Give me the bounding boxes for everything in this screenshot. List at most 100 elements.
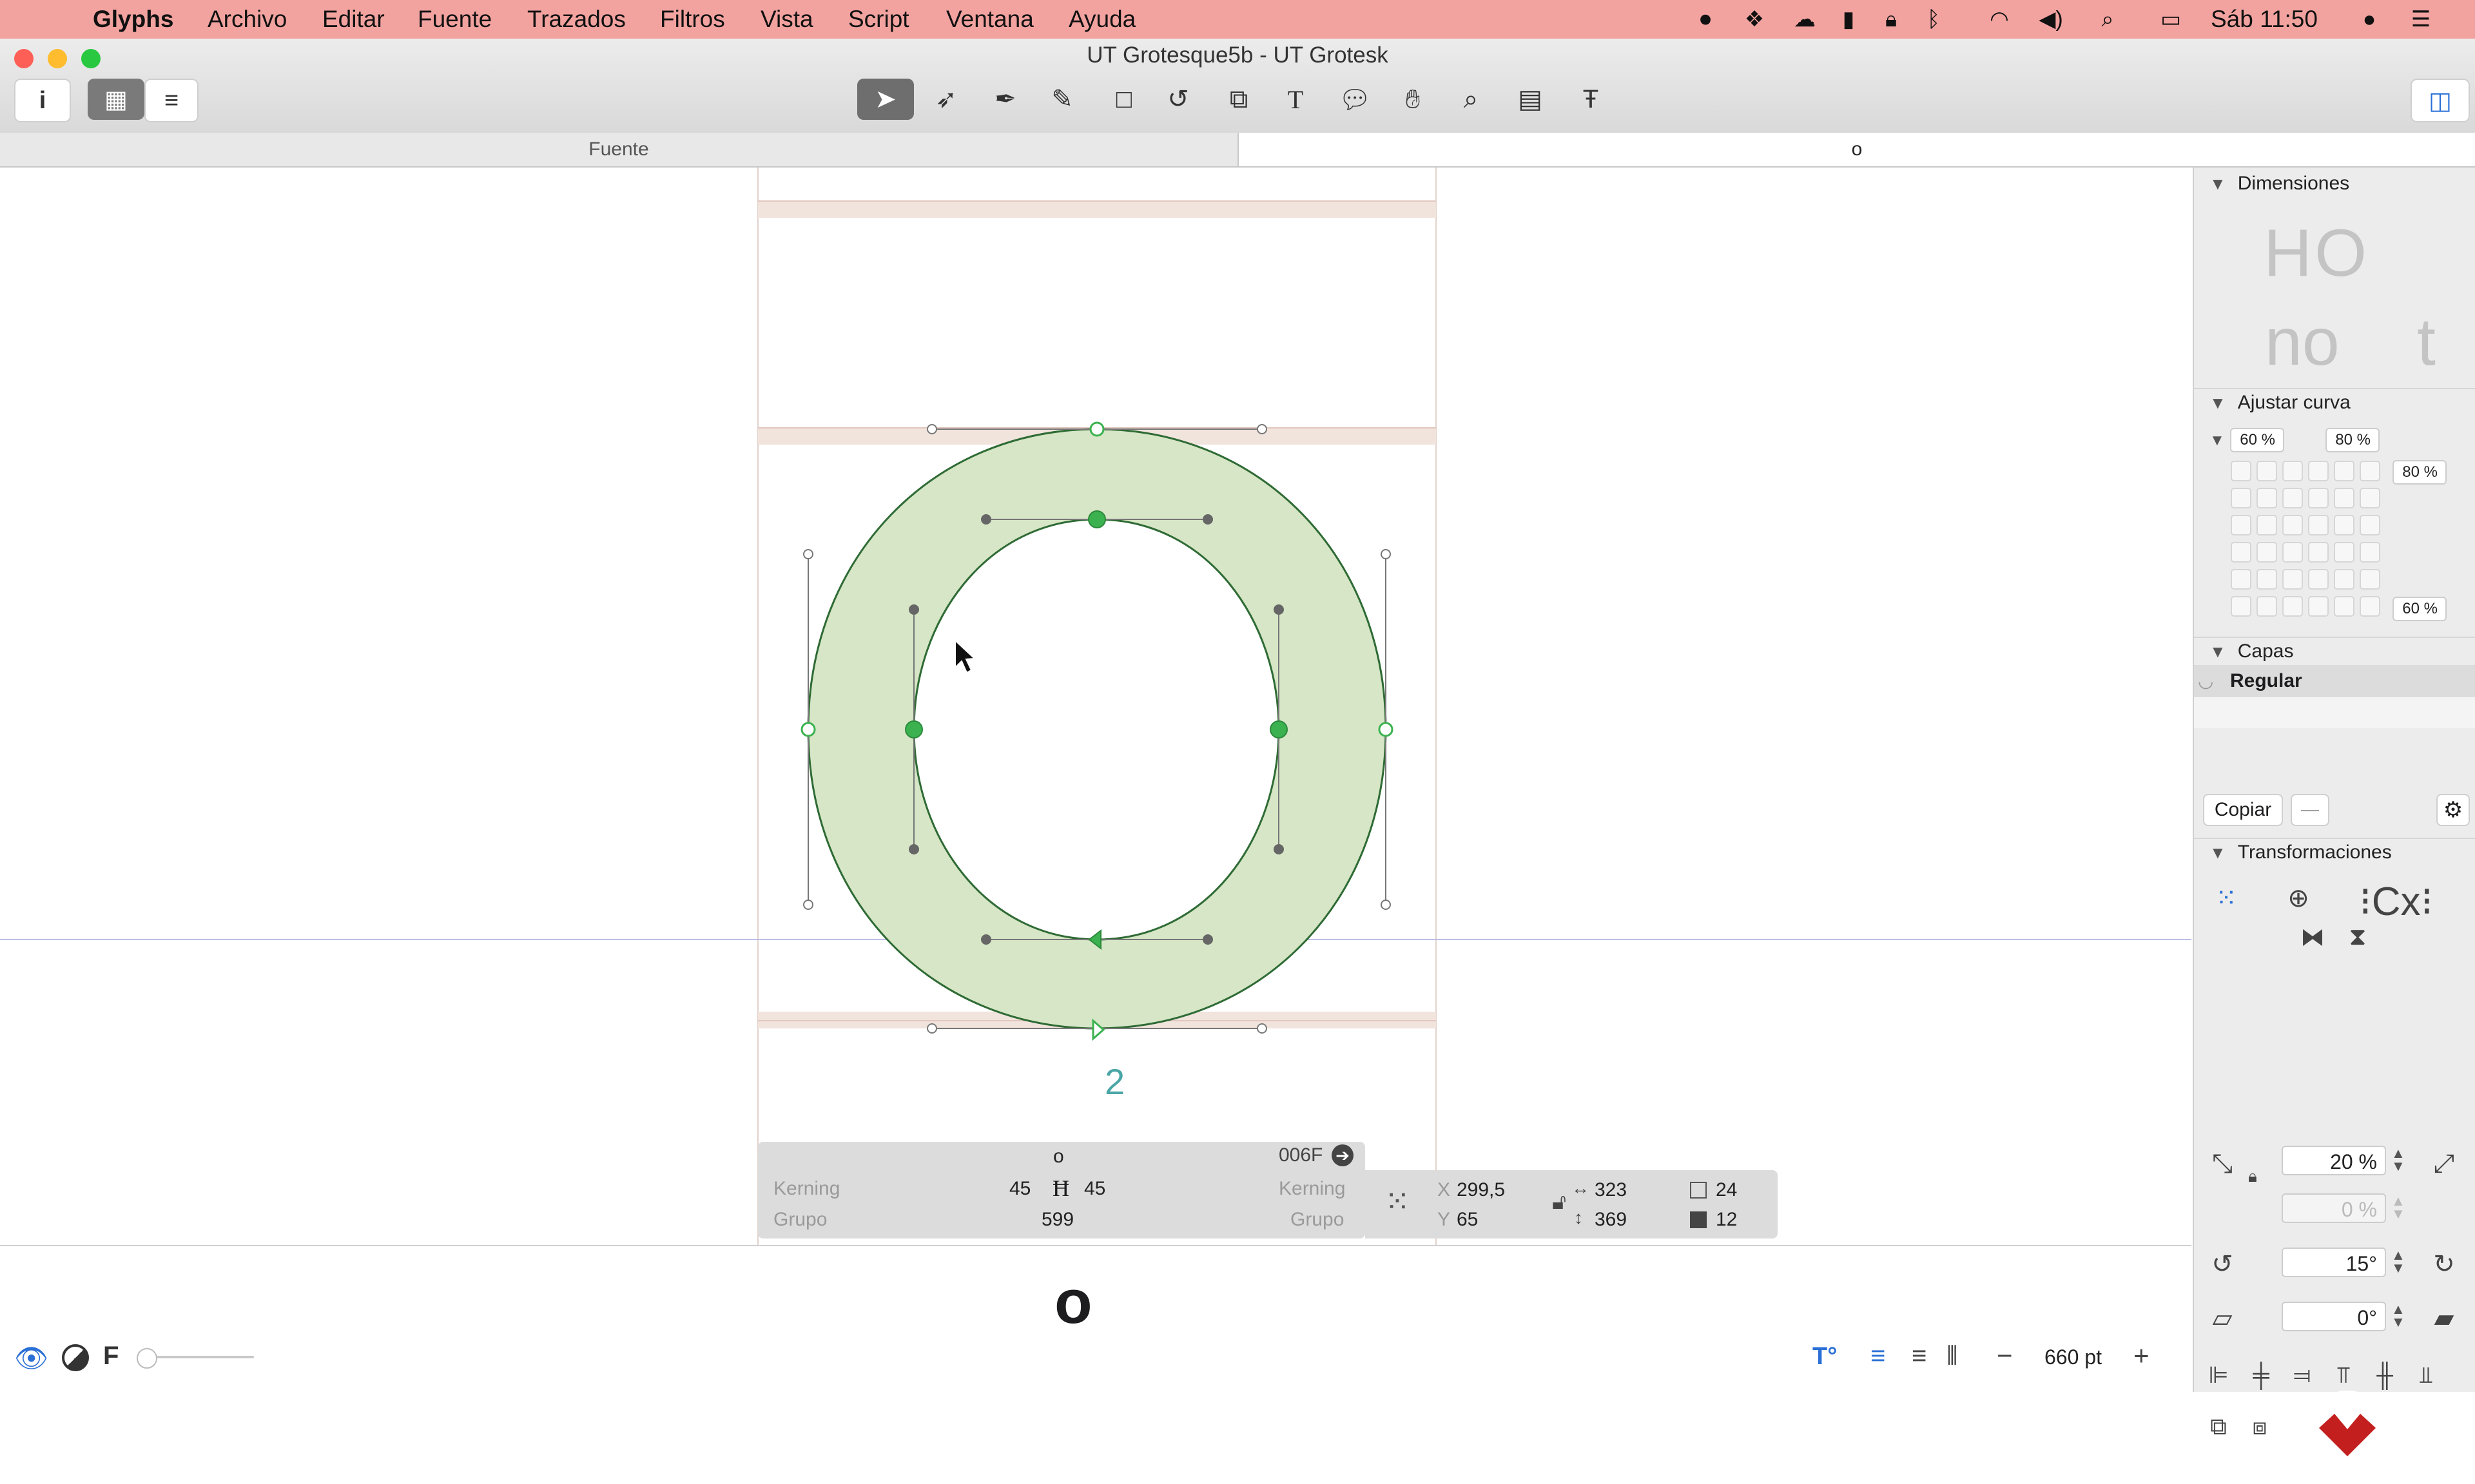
menu-filtros[interactable]: Filtros [660, 0, 725, 39]
menu-vista[interactable]: Vista [761, 0, 813, 39]
menu-fuente[interactable]: Fuente [418, 0, 492, 39]
clock[interactable]: Sáb 11:50 [2211, 0, 2318, 39]
curve-right-top-field[interactable]: 80 % [2392, 460, 2447, 485]
rectangle-tool-icon[interactable]: □ [1096, 79, 1152, 120]
control-center-icon[interactable]: ☰ [2407, 6, 2435, 32]
dimensions-header[interactable]: ▼ Dimensiones [2209, 173, 2349, 195]
list-view-icon[interactable]: ≡ [144, 79, 199, 122]
left-sidebearing[interactable]: 45 [1009, 1178, 1031, 1200]
transform-origin-icon[interactable]: ⁙ [2207, 879, 2246, 918]
align-top-edges-icon[interactable]: ⫪ [2324, 1356, 2363, 1394]
minimize-window-button[interactable] [48, 49, 67, 68]
layer-row-regular[interactable]: ◡ Regular [2194, 665, 2475, 697]
select-tool-icon[interactable]: ➤ [857, 79, 914, 120]
height-value[interactable]: 369 [1595, 1209, 1627, 1231]
curve-top-left-field[interactable]: 60 % [2230, 428, 2284, 452]
scale-up-icon[interactable]: ⤢ [2425, 1144, 2463, 1183]
slant-left-icon[interactable]: ▱ [2203, 1299, 2242, 1338]
rotate-cw-icon[interactable]: ↻ [2425, 1245, 2463, 1284]
curve-disclosure-icon[interactable]: ▼ [2209, 432, 2225, 450]
align-middle-icon[interactable]: ╫ [2365, 1356, 2404, 1394]
disclosure-triangle-icon[interactable]: ▼ [2209, 843, 2226, 863]
right-sidebearing[interactable]: 45 [1084, 1178, 1105, 1200]
zoom-tool-icon[interactable]: ⌕ [1442, 79, 1499, 120]
glyph-drawing[interactable] [0, 168, 2191, 1245]
menu-script[interactable]: Script [848, 0, 909, 39]
scale-tool-icon[interactable]: ⧉ [1210, 79, 1267, 120]
lock-scale-icon[interactable]: 🔒︎ [2248, 1166, 2257, 1187]
siri-icon[interactable]: ● [2355, 6, 2383, 32]
align-left-icon[interactable]: ≡ [1870, 1342, 1885, 1371]
reference-point-icon[interactable]: ⁙ [1374, 1179, 1421, 1226]
plugin-badge[interactable] [2302, 1391, 2392, 1481]
battery-icon[interactable]: ▭ [2157, 6, 2185, 32]
transform-center-icon[interactable]: ⊕ [2279, 879, 2318, 918]
slant-field[interactable]: 0° [2282, 1302, 2386, 1331]
disclosure-triangle-icon[interactable]: ▼ [2209, 174, 2226, 194]
draw-tool-icon[interactable]: ✒ [977, 79, 1034, 120]
grid-view-icon[interactable]: ▦ [88, 79, 144, 120]
menu-trazados[interactable]: Trazados [527, 0, 626, 39]
align-bottom-edges-icon[interactable]: ⫫ [2407, 1356, 2445, 1394]
disclosure-triangle-icon[interactable]: ▼ [2209, 393, 2226, 413]
slant-right-icon[interactable]: ▰ [2425, 1299, 2463, 1338]
zoom-window-button[interactable] [81, 49, 101, 68]
rotate-ccw-icon[interactable]: ↺ [2203, 1245, 2242, 1284]
measurement-tool-icon[interactable]: ▤ [1502, 79, 1558, 120]
search-icon[interactable]: ⌕ [2093, 6, 2122, 32]
curve-grid[interactable] [2230, 460, 2385, 628]
layer-name[interactable]: Regular [2230, 670, 2302, 692]
lock-proportions-icon[interactable]: 🔓︎ [1552, 1190, 1566, 1215]
menu-ventana[interactable]: Ventana [946, 0, 1034, 39]
record-icon[interactable]: ⏺ [1691, 6, 1720, 32]
menu-ayuda[interactable]: Ayuda [1069, 0, 1136, 39]
copy-layer-button[interactable]: Copiar [2203, 794, 2283, 826]
curve-header[interactable]: ▼ Ajustar curva [2209, 392, 2351, 414]
scale-field[interactable]: 20 % [2282, 1146, 2386, 1175]
fill-toggle-icon[interactable] [62, 1344, 89, 1371]
menu-editar[interactable]: Editar [322, 0, 385, 39]
creative-cloud-icon[interactable]: ☁ [1791, 6, 1819, 32]
f-toggle[interactable]: F [103, 1342, 119, 1371]
align-right-edges-icon[interactable]: ⫤ [2283, 1356, 2322, 1394]
scale-down-icon[interactable]: ⤡ [2203, 1144, 2242, 1183]
layer-visibility-icon[interactable]: ◡ [2198, 670, 2213, 691]
curve-top-right-field[interactable]: 80 % [2325, 428, 2380, 452]
annotation-tool-icon[interactable]: 💬︎ [1326, 79, 1383, 120]
align-right-icon[interactable]: ≡ [1912, 1342, 1927, 1371]
eye-icon[interactable]: 👁︎ [14, 1343, 48, 1374]
subtract-icon[interactable]: ⧈ [2240, 1407, 2279, 1446]
align-centers-icon[interactable]: ╪ [2242, 1356, 2280, 1394]
dropbox-icon[interactable]: ❖ [1740, 6, 1769, 32]
lock-icon[interactable]: 🔒︎ [1877, 6, 1905, 32]
wifi-icon[interactable]: ◠ [1985, 6, 2014, 32]
zoom-out-icon[interactable]: − [1997, 1340, 2013, 1371]
remove-layer-button[interactable]: — [2291, 794, 2329, 826]
curve-right-bottom-field[interactable]: 60 % [2392, 597, 2447, 621]
text-direction-icon[interactable]: T° [1812, 1343, 1837, 1371]
arrow-right-icon[interactable]: ➔ [1332, 1144, 1354, 1166]
glyph-name[interactable]: o [1053, 1146, 1064, 1168]
select-all-layers-icon[interactable]: ➶ [918, 79, 975, 120]
rotate-field[interactable]: 15° [2282, 1248, 2386, 1277]
x-value[interactable]: 299,5 [1457, 1179, 1505, 1201]
width-value[interactable]: 323 [1595, 1179, 1627, 1201]
sidebar-toggle-icon[interactable]: ◫ [2411, 79, 2470, 122]
align-left-edges-icon[interactable]: ⊫ [2199, 1356, 2238, 1394]
volume-icon[interactable]: ◀︎) [2037, 6, 2065, 32]
scale-stepper[interactable]: ▲ ▼ [2391, 1146, 2405, 1173]
disclosure-triangle-icon[interactable]: ▼ [2209, 642, 2226, 662]
vertical-text-icon[interactable]: ⦀ [1946, 1342, 1958, 1371]
tab-edit-o[interactable]: o [1239, 133, 2475, 166]
menu-archivo[interactable]: Archivo [208, 0, 287, 39]
edit-canvas[interactable]: 2 1 [0, 168, 2191, 1245]
notes-icon[interactable]: ▮ [1834, 6, 1863, 32]
union-icon[interactable]: ⧉ [2199, 1407, 2238, 1446]
scale-vertical-field[interactable]: 0 % [2282, 1193, 2386, 1223]
y-value[interactable]: 65 [1457, 1209, 1478, 1231]
zoom-in-icon[interactable]: + [2133, 1340, 2150, 1371]
scale-vertical-stepper[interactable]: ▲ ▼ [2391, 1194, 2405, 1221]
hand-tool-icon[interactable]: ✋︎ [1384, 79, 1441, 120]
rotate-tool-icon[interactable]: ↺ [1150, 79, 1207, 120]
tab-font[interactable]: Fuente [0, 133, 1239, 166]
